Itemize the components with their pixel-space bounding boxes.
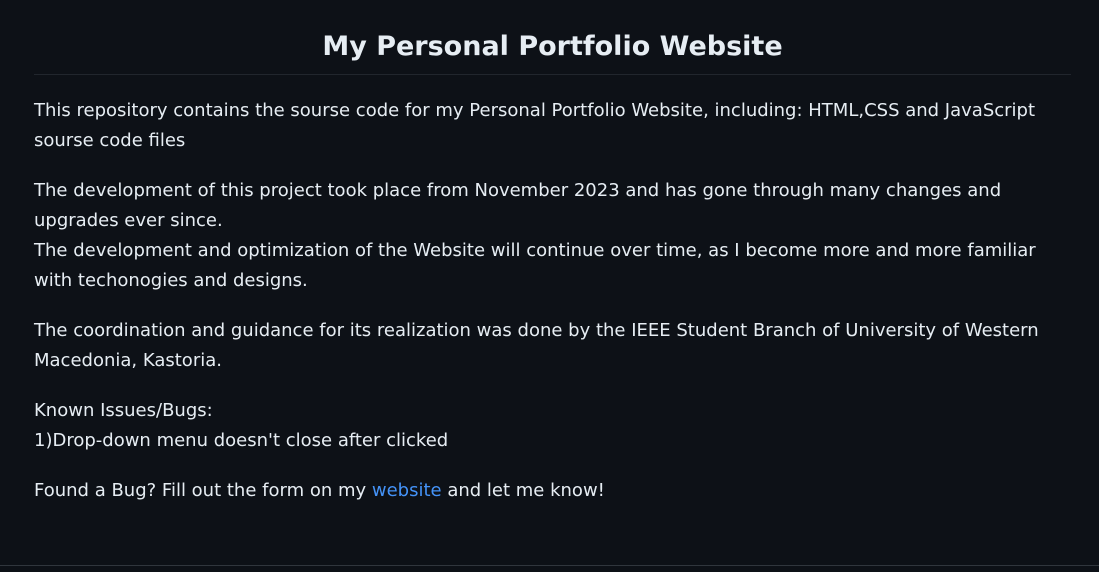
readme-content: My Personal Portfolio Website This repos…	[0, 0, 1099, 572]
known-issues-paragraph: Known Issues/Bugs: 1)Drop-down menu does…	[34, 396, 1071, 456]
bug-report-prefix: Found a Bug? Fill out the form on my	[34, 480, 372, 501]
development-line-2: The development and optimization of the …	[34, 240, 1036, 291]
bug-report-paragraph: Found a Bug? Fill out the form on my web…	[34, 476, 1071, 506]
website-link[interactable]: website	[372, 480, 442, 501]
bug-report-suffix: and let me know!	[441, 480, 605, 501]
coordination-paragraph: The coordination and guidance for its re…	[34, 320, 1039, 371]
bottom-divider	[0, 565, 1099, 566]
known-issue-item: 1)Drop-down menu doesn't close after cli…	[34, 430, 449, 451]
intro-paragraph: This repository contains the sourse code…	[34, 100, 1036, 151]
development-paragraph: The development of this project took pla…	[34, 176, 1071, 296]
readme-title: My Personal Portfolio Website	[34, 0, 1071, 75]
known-issues-heading: Known Issues/Bugs:	[34, 400, 213, 421]
development-line-1: The development of this project took pla…	[34, 180, 1002, 231]
